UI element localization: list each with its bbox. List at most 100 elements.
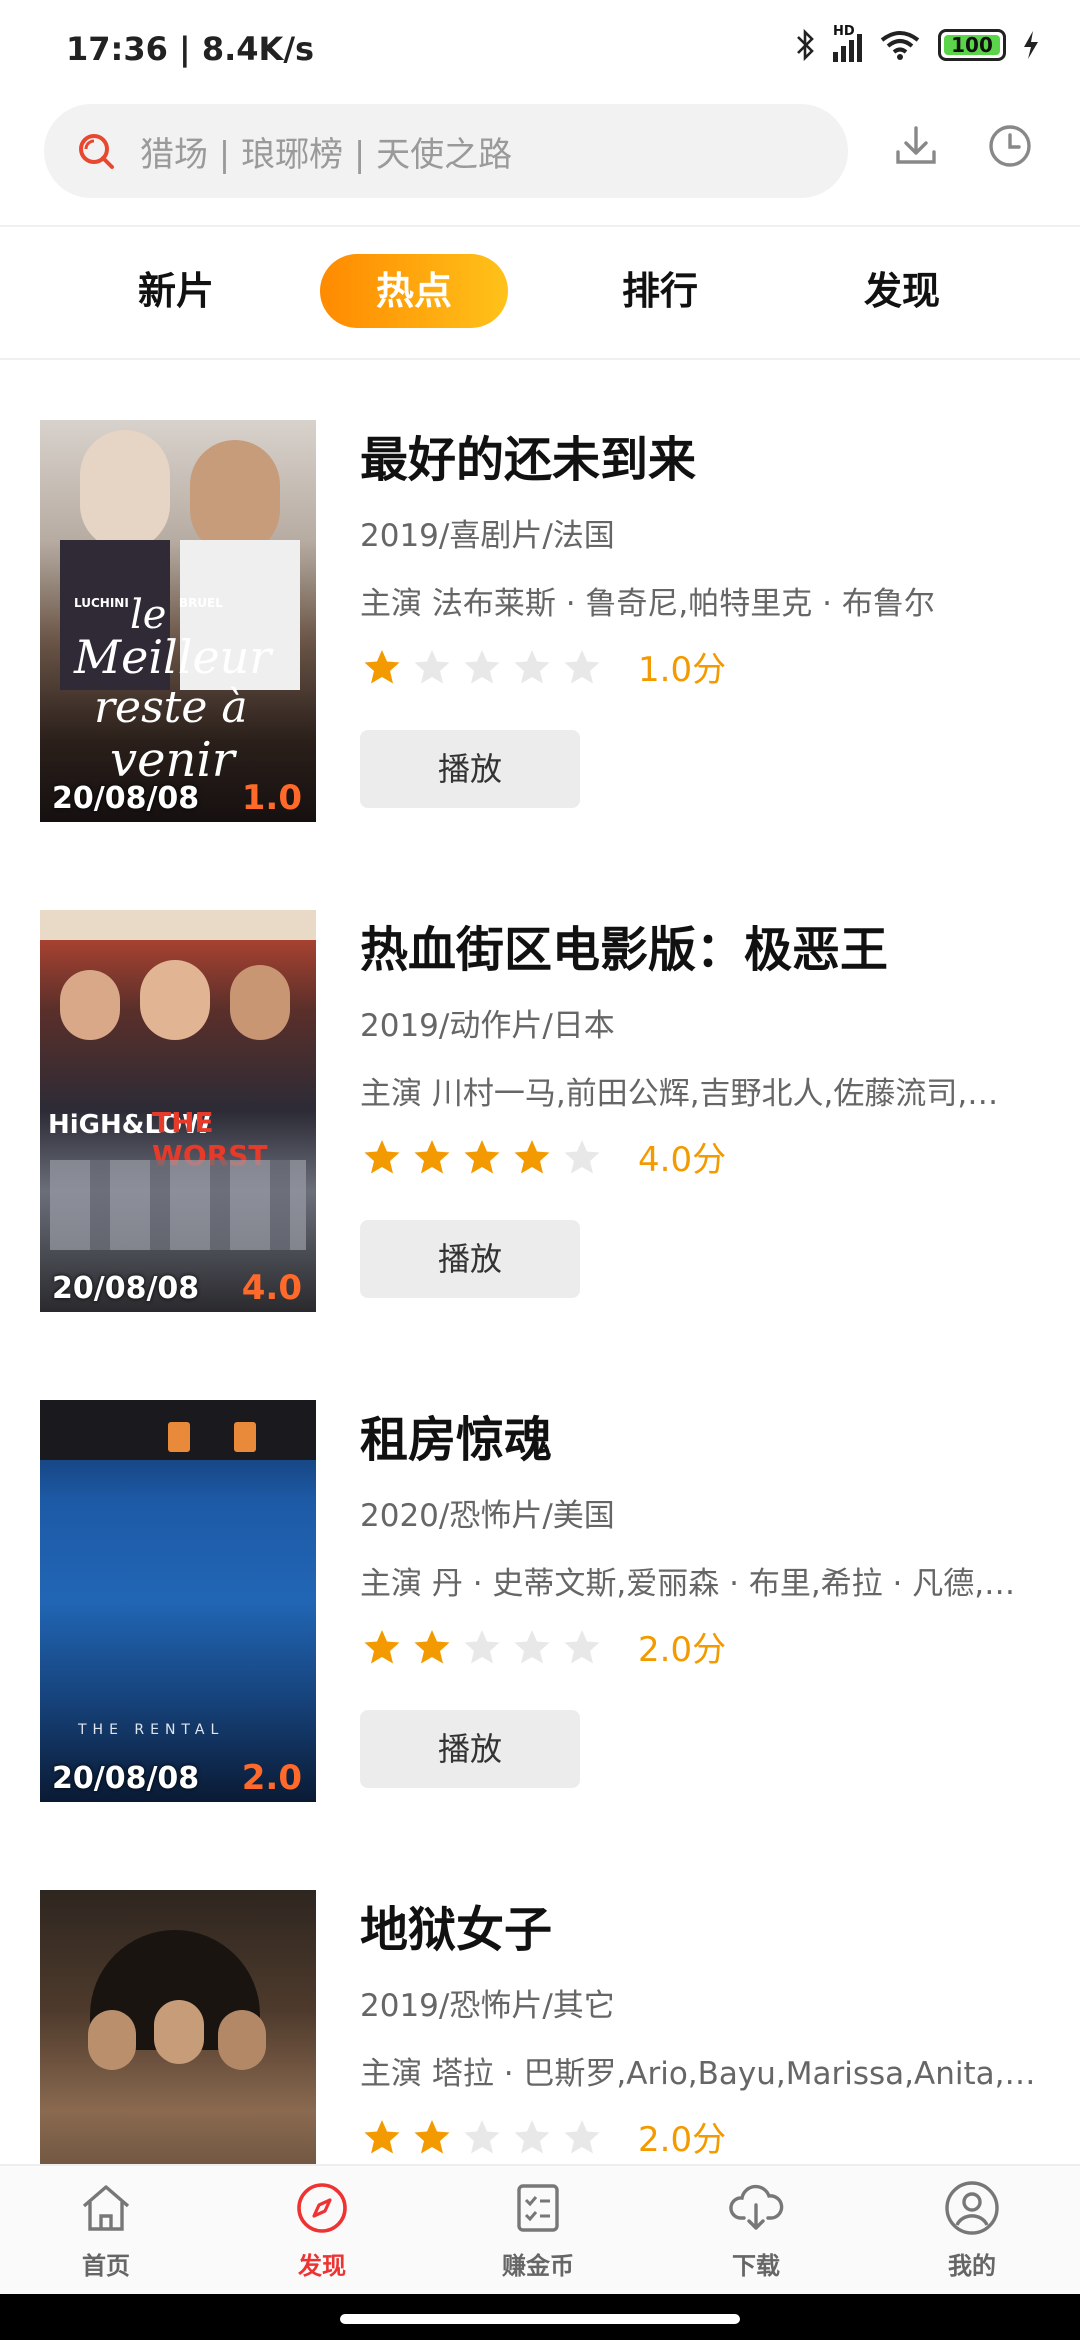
poster-title-line: Meilleur — [74, 630, 272, 684]
movie-poster[interactable]: THE RENTAL 20/08/08 2.0 — [40, 1400, 316, 1802]
star-filled-icon — [464, 1139, 500, 1173]
tab-new[interactable]: 新片 — [82, 254, 270, 328]
movie-cast: 主演 塔拉 · 巴斯罗,Ario,Bayu,Marissa,Anita,… — [360, 2056, 1036, 2092]
nav-earn-coins[interactable]: 赚金币 — [468, 2178, 608, 2281]
search-icon — [79, 134, 114, 169]
battery-indicator: 100 — [938, 29, 1006, 61]
star-filled-icon — [414, 2119, 450, 2153]
checklist-icon — [517, 2184, 559, 2232]
nav-profile[interactable]: 我的 — [902, 2178, 1042, 2281]
rating-stars: 4.0分 — [362, 1132, 726, 1181]
star-filled-icon — [414, 1629, 450, 1663]
rating-stars: 1.0分 — [362, 642, 726, 691]
gesture-bar — [0, 2294, 1080, 2340]
tab-ranking[interactable]: 排行 — [566, 254, 754, 328]
poster-score: 4.0 — [241, 1268, 302, 1308]
star-filled-icon — [364, 649, 400, 683]
movie-title[interactable]: 租房惊魂 — [360, 1400, 552, 1470]
nav-home-label: 首页 — [82, 2252, 130, 2280]
rating-score: 2.0分 — [638, 1630, 727, 1670]
bluetooth-icon — [797, 28, 814, 62]
user-icon — [945, 2181, 999, 2235]
movie-poster[interactable]: HiGH&LOW THE WORST 20/08/08 4.0 — [40, 910, 316, 1312]
star-empty-icon — [514, 2119, 550, 2153]
movie-cast: 主演 法布莱斯 · 鲁奇尼,帕特里克 · 布鲁尔 — [360, 586, 935, 622]
star-empty-icon — [414, 649, 450, 683]
star-filled-icon — [414, 1139, 450, 1173]
hd-label: HD — [833, 24, 855, 39]
poster-title-line: reste à — [94, 682, 248, 733]
star-empty-icon — [564, 1629, 600, 1663]
poster-date: 20/08/08 — [52, 781, 200, 816]
nav-download[interactable]: 下载 — [686, 2178, 826, 2281]
play-button[interactable]: 播放 — [360, 730, 580, 808]
movie-cast: 主演 丹 · 史蒂文斯,爱丽森 · 布里,希拉 · 凡德,… — [360, 1566, 1016, 1602]
wifi-icon — [880, 31, 920, 60]
search-placeholder: 猎场 | 琅琊榜 | 天使之路 — [140, 134, 513, 175]
home-indicator[interactable] — [340, 2314, 740, 2324]
movie-meta: 2020/恐怖片/美国 — [360, 1498, 615, 1534]
nav-discover[interactable]: 发现 — [252, 2178, 392, 2281]
download-icon[interactable] — [892, 122, 940, 170]
play-button[interactable]: 播放 — [360, 1710, 580, 1788]
star-filled-icon — [514, 1139, 550, 1173]
list-item[interactable]: LUCHINI BRUEL le Meilleur reste à venir … — [0, 420, 1080, 830]
tabs-divider — [0, 358, 1080, 360]
poster-score: 2.0 — [241, 1758, 302, 1798]
movie-title[interactable]: 最好的还未到来 — [360, 420, 696, 490]
star-empty-icon — [564, 649, 600, 683]
movie-meta: 2019/恐怖片/其它 — [360, 1988, 615, 2024]
movie-title[interactable]: 地狱女子 — [360, 1890, 552, 1960]
poster-title-line: THE RENTAL — [78, 1722, 225, 1738]
star-filled-icon — [364, 1139, 400, 1173]
search-bar[interactable]: 猎场 | 琅琊榜 | 天使之路 — [44, 104, 848, 198]
poster-date: 20/08/08 — [52, 1761, 200, 1796]
star-empty-icon — [564, 1139, 600, 1173]
rating-score: 1.0分 — [638, 650, 727, 690]
signal-icon: HD — [833, 24, 862, 62]
nav-profile-label: 我的 — [948, 2252, 996, 2280]
movie-meta: 2019/动作片/日本 — [360, 1008, 615, 1044]
movie-poster[interactable]: LUCHINI BRUEL le Meilleur reste à venir … — [40, 420, 316, 822]
tab-hot[interactable]: 热点 — [320, 254, 508, 328]
star-empty-icon — [564, 2119, 600, 2153]
status-bar: 17:36 | 8.4K/s HD 100 — [0, 0, 1080, 100]
star-filled-icon — [364, 1629, 400, 1663]
battery-level: 100 — [951, 33, 993, 57]
nav-download-label: 下载 — [732, 2252, 780, 2280]
category-tabs: 新片 热点 排行 发现 — [0, 228, 1080, 358]
star-empty-icon — [464, 2119, 500, 2153]
star-empty-icon — [514, 1629, 550, 1663]
poster-title-line: venir — [110, 732, 235, 788]
cloud-download-icon — [729, 2184, 784, 2230]
status-time: 17:36 | 8.4K/s — [66, 30, 315, 68]
list-item[interactable]: THE RENTAL 20/08/08 2.0 租房惊魂 2020/恐怖片/美国… — [0, 1400, 1080, 1810]
search-header: 猎场 | 琅琊榜 | 天使之路 — [0, 100, 1080, 225]
charging-icon — [1024, 31, 1038, 59]
list-item[interactable]: HiGH&LOW THE WORST 20/08/08 4.0 热血街区电影版：… — [0, 910, 1080, 1320]
home-icon — [82, 2185, 130, 2231]
rating-stars: 2.0分 — [362, 1622, 726, 1671]
history-icon[interactable] — [986, 122, 1034, 170]
poster-score: 1.0 — [241, 778, 302, 818]
bottom-nav: 首页 发现 赚金币 下载 我的 — [0, 2164, 1080, 2294]
star-empty-icon — [464, 649, 500, 683]
nav-earn-label: 赚金币 — [502, 2252, 574, 2280]
nav-home[interactable]: 首页 — [36, 2178, 176, 2281]
rating-score: 4.0分 — [638, 1140, 727, 1180]
poster-date: 20/08/08 — [52, 1271, 200, 1306]
tab-discover[interactable]: 发现 — [808, 254, 996, 328]
star-filled-icon — [364, 2119, 400, 2153]
status-icons: HD 100 — [795, 24, 1040, 62]
movie-cast: 主演 川村一马,前田公辉,吉野北人,佐藤流司,… — [360, 1076, 999, 1112]
rating-stars: 2.0分 — [362, 2112, 726, 2161]
play-button[interactable]: 播放 — [360, 1220, 580, 1298]
rating-score: 2.0分 — [638, 2120, 727, 2160]
star-empty-icon — [514, 649, 550, 683]
star-empty-icon — [464, 1629, 500, 1663]
movie-meta: 2019/喜剧片/法国 — [360, 518, 615, 554]
nav-discover-label: 发现 — [298, 2252, 346, 2280]
header-divider — [0, 225, 1080, 227]
movie-title[interactable]: 热血街区电影版：极恶王 — [360, 910, 888, 980]
compass-icon — [297, 2183, 347, 2233]
